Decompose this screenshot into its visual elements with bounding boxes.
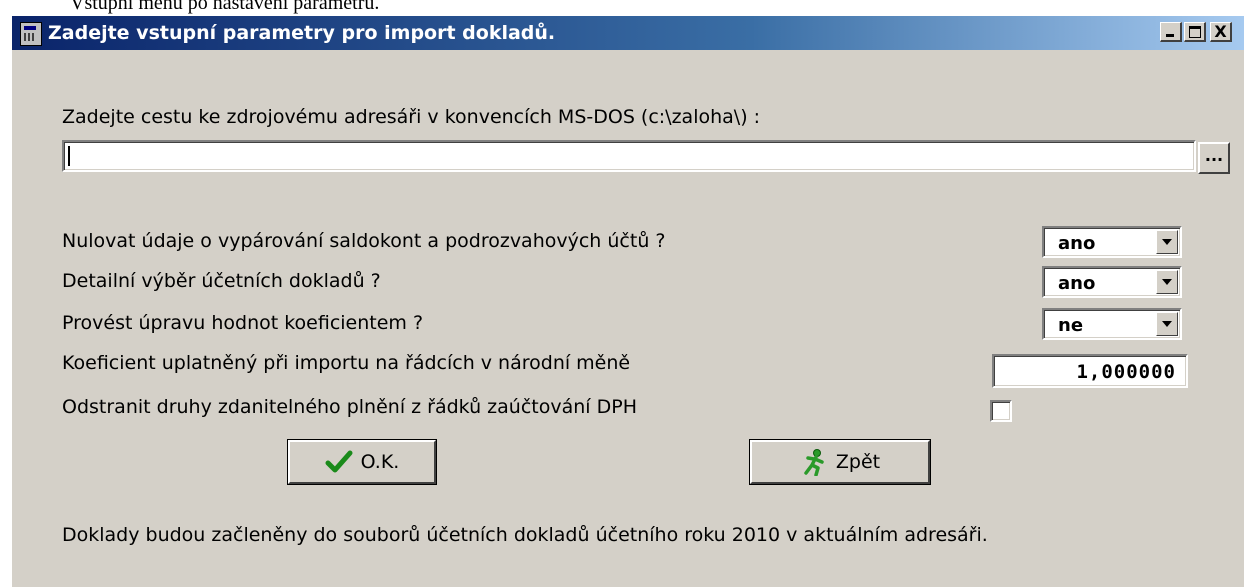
dialog-window: Zadejte vstupní parametry pro import dok… — [12, 16, 1244, 587]
footer-note: Doklady budou začleněny do souborů účetn… — [62, 524, 988, 546]
combo-value: ano — [1058, 273, 1096, 294]
title-bar: Zadejte vstupní parametry pro import dok… — [12, 16, 1244, 50]
running-man-icon — [804, 449, 824, 476]
coefficient-input[interactable]: 1,000000 — [992, 354, 1188, 388]
option-label-coefficient-adjust: Provést úpravu hodnot koeficientem ? — [62, 312, 424, 334]
combo-reset-pairing[interactable]: ano — [1042, 226, 1182, 258]
combo-detail-selection[interactable]: ano — [1042, 266, 1182, 298]
coefficient-label: Koeficient uplatněný při importu na řádc… — [62, 352, 631, 374]
back-button-label: Zpět — [835, 451, 881, 473]
text-caret — [68, 146, 70, 166]
checkmark-icon — [325, 450, 353, 473]
option-label-detail-selection: Detailní výběr účetních dokladů ? — [62, 270, 381, 292]
path-input[interactable] — [62, 140, 1196, 172]
ok-button[interactable]: O.K. — [288, 440, 436, 484]
document-caption: Vstupní menu po nastavení parametrů. — [70, 0, 380, 14]
browse-button[interactable]: ... — [1198, 142, 1230, 174]
back-button[interactable]: Zpět — [750, 440, 930, 484]
combo-value: ano — [1058, 233, 1096, 254]
chevron-down-icon[interactable] — [1156, 230, 1178, 254]
window-title: Zadejte vstupní parametry pro import dok… — [48, 22, 556, 44]
ok-button-label: O.K. — [360, 451, 400, 473]
remove-vat-label: Odstranit druhy zdanitelného plnění z řá… — [62, 396, 637, 418]
combo-value: ne — [1058, 315, 1084, 336]
chevron-down-icon[interactable] — [1156, 312, 1178, 336]
minimize-button[interactable] — [1160, 22, 1182, 42]
remove-vat-checkbox[interactable] — [990, 400, 1012, 422]
option-label-reset-pairing: Nulovat údaje o vypárování saldokont a p… — [62, 230, 666, 252]
combo-coefficient-adjust[interactable]: ne — [1042, 308, 1182, 340]
coefficient-value: 1,000000 — [1076, 361, 1176, 383]
maximize-button[interactable] — [1184, 22, 1206, 42]
app-icon — [20, 22, 42, 46]
close-button[interactable]: X — [1210, 22, 1232, 42]
path-label: Zadejte cestu ke zdrojovému adresáři v k… — [62, 106, 761, 128]
chevron-down-icon[interactable] — [1156, 270, 1178, 294]
